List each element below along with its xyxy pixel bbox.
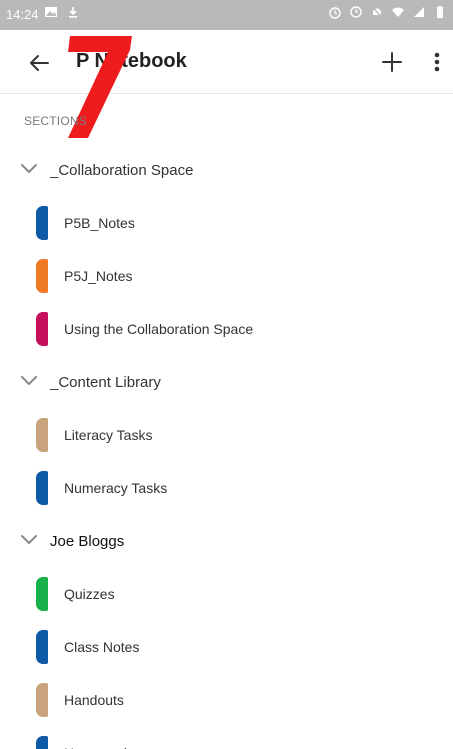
sections-heading: SECTIONS: [24, 114, 87, 128]
chevron-down-icon: [21, 535, 37, 544]
sync-icon: [350, 6, 362, 18]
section-item[interactable]: Handouts: [0, 674, 453, 727]
download-icon: [69, 7, 77, 18]
more-vertical-icon: [434, 52, 440, 72]
section-item[interactable]: Quizzes: [0, 568, 453, 621]
section-group-label: _Collaboration Space: [50, 162, 194, 179]
mute-icon: [371, 6, 383, 18]
section-label: Handouts: [64, 692, 124, 708]
sections-list: _Collaboration Space P5B_Notes P5J_Notes Us…: [0, 144, 453, 749]
more-options-button[interactable]: [428, 48, 446, 76]
section-group-label: Joe Bloggs: [50, 533, 125, 550]
section-tab-icon: [36, 259, 48, 293]
section-label: Using the Collaboration Space: [64, 321, 254, 337]
section-tab-icon: [36, 418, 48, 452]
section-tab-icon: [36, 312, 48, 346]
section-group-header[interactable]: _Collaboration Space: [0, 144, 453, 197]
status-icons-left: [44, 5, 80, 19]
section-label: Numeracy Tasks: [64, 480, 168, 496]
app-bar: P Notebook: [0, 30, 453, 94]
section-label: P5B_Notes: [64, 215, 135, 231]
section-group-header[interactable]: Joe Bloggs: [0, 515, 453, 568]
section-tab-icon: [36, 683, 48, 717]
add-section-button[interactable]: [378, 48, 406, 76]
section-tab-icon: [36, 206, 48, 240]
section-label: Homework: [64, 745, 131, 749]
wifi-icon: [392, 7, 404, 17]
status-icons-right: [328, 5, 447, 19]
back-button[interactable]: [24, 48, 54, 78]
section-tab-icon: [36, 736, 48, 749]
section-item[interactable]: Homework: [0, 727, 453, 749]
section-group-label: _Content Library: [50, 374, 161, 391]
section-item[interactable]: P5J_Notes: [0, 250, 453, 303]
section-label: Quizzes: [64, 586, 115, 602]
battery-icon: [437, 6, 443, 18]
arrow-left-icon: [30, 55, 49, 71]
page-title: P Notebook: [76, 50, 187, 72]
section-label: P5J_Notes: [64, 268, 133, 284]
section-label: Literacy Tasks: [64, 427, 153, 443]
section-group-header[interactable]: _Content Library: [0, 356, 453, 409]
image-icon: [45, 7, 57, 17]
section-tab-icon: [36, 630, 48, 664]
status-time: 14:24: [6, 7, 39, 22]
section-item[interactable]: P5B_Notes: [0, 197, 453, 250]
chevron-down-icon: [21, 164, 37, 173]
plus-icon: [382, 52, 402, 72]
section-item[interactable]: Using the Collaboration Space: [0, 303, 453, 356]
alarm-icon: [329, 7, 341, 19]
signal-icon: [414, 7, 424, 17]
status-bar: 14:24: [0, 0, 453, 30]
section-item[interactable]: Numeracy Tasks: [0, 462, 453, 515]
section-item[interactable]: Class Notes: [0, 621, 453, 674]
section-label: Class Notes: [64, 639, 140, 655]
section-tab-icon: [36, 471, 48, 505]
chevron-down-icon: [21, 376, 37, 385]
section-item[interactable]: Literacy Tasks: [0, 409, 453, 462]
section-tab-icon: [36, 577, 48, 611]
